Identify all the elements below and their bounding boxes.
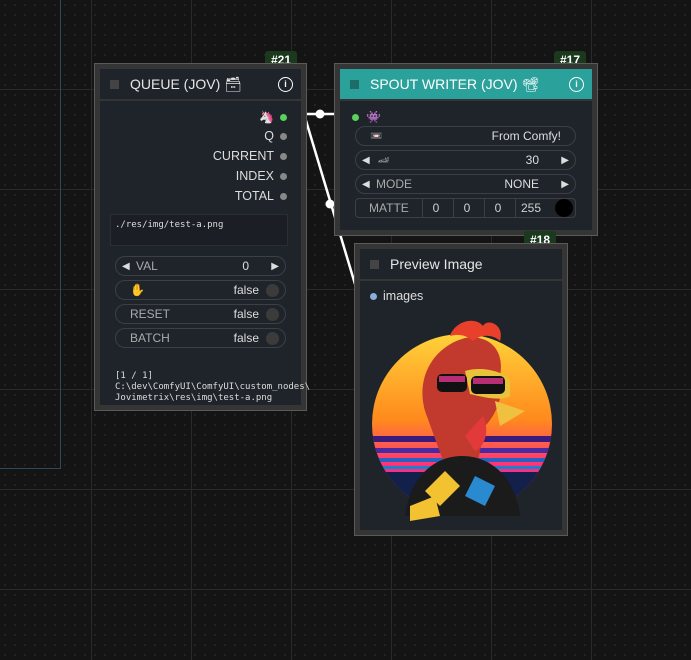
preview-image[interactable] — [365, 316, 559, 526]
node-body: 👾 📼 From Comfy! ◀ 🏎 30 ▶ ◀ MODE NONE ▶ M… — [340, 101, 592, 230]
collapse-toggle[interactable] — [350, 79, 359, 89]
collapse-toggle[interactable] — [110, 79, 119, 89]
queue-status-text: [1 / 1] C:\dev\ComfyUI\ComfyUI\custom_no… — [115, 371, 310, 404]
val-value: 0 — [242, 259, 249, 273]
output-slot-current[interactable]: CURRENT — [213, 149, 287, 163]
node-body: images — [360, 281, 562, 530]
toggle-switch[interactable] — [266, 332, 279, 345]
output-dot[interactable] — [280, 172, 287, 180]
node-title: SPOUT WRITER (JOV) 📽 — [370, 75, 540, 92]
output-dot[interactable] — [280, 132, 287, 140]
output-slot-total[interactable]: TOTAL — [235, 189, 287, 203]
fps-icon: 🏎 — [378, 154, 390, 165]
batch-toggle-widget[interactable]: BATCH false — [115, 328, 286, 348]
matte-color-widget[interactable]: MATTE 0 0 0 255 — [355, 198, 576, 218]
hand-icon: ✋ — [130, 283, 145, 297]
reset-value: false — [233, 307, 259, 321]
rainbow-unicorn-icon: 🦄 — [259, 110, 274, 124]
input-slot-any[interactable]: 👾 — [352, 110, 381, 124]
alien-monster-icon: 👾 — [366, 110, 381, 124]
reset-toggle-widget[interactable]: RESET false — [115, 304, 286, 324]
collapse-toggle[interactable] — [370, 259, 379, 269]
output-slot-q[interactable]: Q — [264, 129, 287, 143]
hand-value: false — [233, 283, 259, 297]
toggle-switch[interactable] — [266, 308, 279, 321]
node-title: QUEUE (JOV) 🗃 — [130, 75, 242, 92]
increment-arrow-icon[interactable]: ▶ — [561, 179, 569, 190]
images-label: images — [383, 289, 424, 303]
queue-text-value: ./res/img/test-a.png — [115, 220, 224, 230]
status-line: C:\dev\ComfyUI\ComfyUI\custom_nodes\ — [115, 382, 311, 392]
group-frame — [0, 0, 61, 469]
node-title-bar[interactable]: Preview Image — [360, 249, 562, 279]
name-field-icon: 📼 — [370, 130, 383, 142]
info-icon[interactable]: i — [569, 77, 584, 92]
spout-writer-node[interactable]: SPOUT WRITER (JOV) 📽 i 👾 📼 From Comfy! ◀… — [334, 63, 598, 236]
matte-g-field[interactable]: 0 — [453, 199, 480, 217]
matte-b-field[interactable]: 0 — [484, 199, 511, 217]
batch-label: BATCH — [130, 331, 170, 345]
info-icon[interactable]: i — [278, 77, 293, 92]
queue-text-area[interactable]: ./res/img/test-a.png — [110, 214, 288, 246]
fps-value: 30 — [525, 153, 539, 167]
increment-arrow-icon[interactable]: ▶ — [561, 155, 569, 166]
output-dot[interactable] — [280, 113, 287, 121]
link-midpoint-spout[interactable] — [315, 109, 325, 119]
node-body: 🦄 Q CURRENT INDEX TOTAL ./res/img/test-a… — [100, 101, 310, 405]
preview-image-node[interactable]: Preview Image images — [354, 243, 568, 536]
name-text-widget[interactable]: 📼 From Comfy! — [355, 126, 576, 146]
status-line: [1 / 1] — [115, 371, 153, 381]
batch-value: false — [233, 331, 259, 345]
output-slot-index[interactable]: INDEX — [236, 169, 287, 183]
mode-label: MODE — [376, 177, 412, 191]
hand-toggle-widget[interactable]: ✋ false — [115, 280, 286, 300]
matte-label: MATTE — [369, 201, 409, 215]
queue-node[interactable]: QUEUE (JOV) 🗃 i 🦄 Q CURRENT INDEX TOTAL … — [94, 63, 310, 411]
matte-a-field[interactable]: 255 — [515, 199, 546, 217]
reset-label: RESET — [130, 307, 171, 321]
name-value: From Comfy! — [491, 129, 561, 143]
output-dot[interactable] — [280, 152, 287, 160]
mode-combo-widget[interactable]: ◀ MODE NONE ▶ — [355, 174, 576, 194]
toggle-switch[interactable] — [266, 284, 279, 297]
input-dot[interactable] — [370, 292, 377, 300]
matte-color-swatch[interactable] — [555, 199, 573, 217]
output-slot-any[interactable]: 🦄 — [259, 110, 287, 124]
mode-value: NONE — [504, 177, 539, 191]
decrement-arrow-icon[interactable]: ◀ — [362, 179, 370, 190]
increment-arrow-icon[interactable]: ▶ — [271, 261, 279, 272]
val-label: VAL — [136, 259, 158, 273]
node-title-bar[interactable]: QUEUE (JOV) 🗃 i — [100, 69, 301, 99]
decrement-arrow-icon[interactable]: ◀ — [362, 155, 370, 166]
output-dot[interactable] — [280, 192, 287, 200]
node-title: Preview Image — [390, 256, 483, 272]
fps-number-widget[interactable]: ◀ 🏎 30 ▶ — [355, 150, 576, 170]
val-number-widget[interactable]: ◀ VAL 0 ▶ — [115, 256, 286, 276]
status-line: Jovimetrix\res\img\test-a.png — [115, 393, 273, 403]
node-title-bar[interactable]: SPOUT WRITER (JOV) 📽 i — [340, 69, 592, 99]
decrement-arrow-icon[interactable]: ◀ — [122, 261, 130, 272]
input-slot-images[interactable]: images — [370, 289, 423, 303]
input-dot[interactable] — [352, 113, 359, 121]
matte-r-field[interactable]: 0 — [422, 199, 449, 217]
